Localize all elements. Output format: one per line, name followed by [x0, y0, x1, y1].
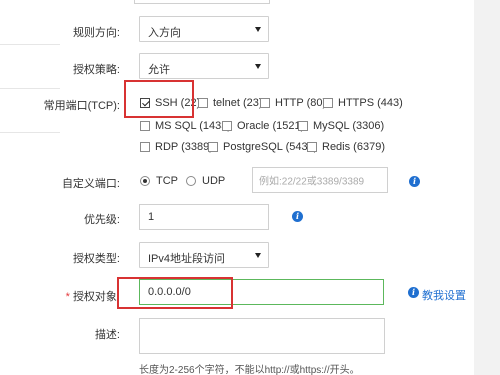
- port-checkbox-mssql[interactable]: MS SQL (1433): [140, 120, 231, 132]
- radio-icon: [186, 176, 196, 186]
- auth-object-label: * 授权对象:: [0, 288, 120, 304]
- custom-port-input[interactable]: 例如:22/22或3389/3389: [252, 167, 388, 193]
- description-label: 描述:: [94, 329, 120, 341]
- bg-divider: [0, 132, 60, 133]
- auth-object-label-text: 授权对象:: [72, 291, 120, 303]
- checkbox-icon: [307, 142, 317, 152]
- security-rule-form: 规则方向: 入方向 授权策略: 允许 常用端口(TCP): SSH (22) t…: [0, 0, 474, 375]
- protocol-label: UDP: [202, 175, 226, 187]
- checkbox-icon: [222, 121, 232, 131]
- port-label: HTTP (80): [275, 97, 327, 109]
- port-label: Redis (6379): [322, 141, 385, 153]
- checkbox-icon: [198, 98, 208, 108]
- port-checkbox-mysql[interactable]: MySQL (3306): [298, 120, 384, 132]
- info-icon[interactable]: i: [409, 176, 420, 187]
- port-label: PostgreSQL (5432): [223, 141, 318, 153]
- checkbox-icon: [140, 142, 150, 152]
- policy-select[interactable]: 允许: [139, 53, 269, 79]
- direction-label: 规则方向:: [72, 27, 120, 39]
- policy-label: 授权策略:: [72, 64, 120, 76]
- checkbox-icon: [323, 98, 333, 108]
- port-label: MySQL (3306): [313, 120, 385, 132]
- port-checkbox-oracle[interactable]: Oracle (1521): [222, 120, 304, 132]
- bg-divider: [0, 44, 60, 45]
- info-icon[interactable]: i: [292, 211, 303, 222]
- protocol-label: TCP: [156, 175, 178, 187]
- protocol-radio-tcp[interactable]: TCP: [140, 175, 178, 187]
- priority-input[interactable]: 1: [139, 204, 269, 230]
- chevron-down-icon: [255, 253, 261, 258]
- common-ports-label: 常用端口(TCP):: [43, 100, 120, 112]
- priority-label: 优先级:: [83, 214, 120, 226]
- port-label: telnet (23): [213, 97, 263, 109]
- description-hint: 长度为2-256个字符，不能以http://或https://开头。: [139, 365, 360, 375]
- port-label: MS SQL (1433): [155, 120, 232, 132]
- chevron-down-icon: [255, 27, 261, 32]
- required-mark: *: [65, 291, 70, 303]
- checkbox-icon: [208, 142, 218, 152]
- custom-port-placeholder: 例如:22/22或3389/3389: [259, 176, 365, 188]
- custom-port-label: 自定义端口:: [61, 178, 120, 190]
- checkbox-icon: [140, 121, 150, 131]
- description-textarea[interactable]: [139, 318, 385, 354]
- info-icon: i: [408, 287, 419, 298]
- auth-type-select[interactable]: IPv4地址段访问: [139, 242, 269, 268]
- port-checkbox-postgresql[interactable]: PostgreSQL (5432): [208, 141, 317, 153]
- port-checkbox-https[interactable]: HTTPS (443): [323, 97, 403, 109]
- port-label: HTTPS (443): [338, 97, 403, 109]
- checkbox-icon: [260, 98, 270, 108]
- port-checkbox-http[interactable]: HTTP (80): [260, 97, 326, 109]
- direction-select[interactable]: 入方向: [139, 16, 269, 42]
- radio-selected-icon: [140, 176, 150, 186]
- help-link[interactable]: 教我设置: [422, 287, 466, 303]
- checkbox-icon: [298, 121, 308, 131]
- port-checkbox-rdp[interactable]: RDP (3389): [140, 141, 213, 153]
- priority-value: 1: [148, 211, 155, 223]
- direction-value: 入方向: [148, 27, 181, 39]
- protocol-radio-udp[interactable]: UDP: [186, 175, 225, 187]
- port-label: Oracle (1521): [237, 120, 305, 132]
- chevron-down-icon: [255, 64, 261, 69]
- port-label: RDP (3389): [155, 141, 213, 153]
- bg-divider: [0, 88, 60, 89]
- policy-value: 允许: [148, 64, 170, 76]
- auth-type-value: IPv4地址段访问: [148, 253, 226, 265]
- port-checkbox-telnet[interactable]: telnet (23): [198, 97, 263, 109]
- ssh-highlight-box: [124, 80, 194, 118]
- previous-field-edge: [134, 0, 270, 4]
- port-checkbox-redis[interactable]: Redis (6379): [307, 141, 385, 153]
- auth-type-label: 授权类型:: [72, 253, 120, 265]
- auth-object-highlight-box: [117, 277, 233, 309]
